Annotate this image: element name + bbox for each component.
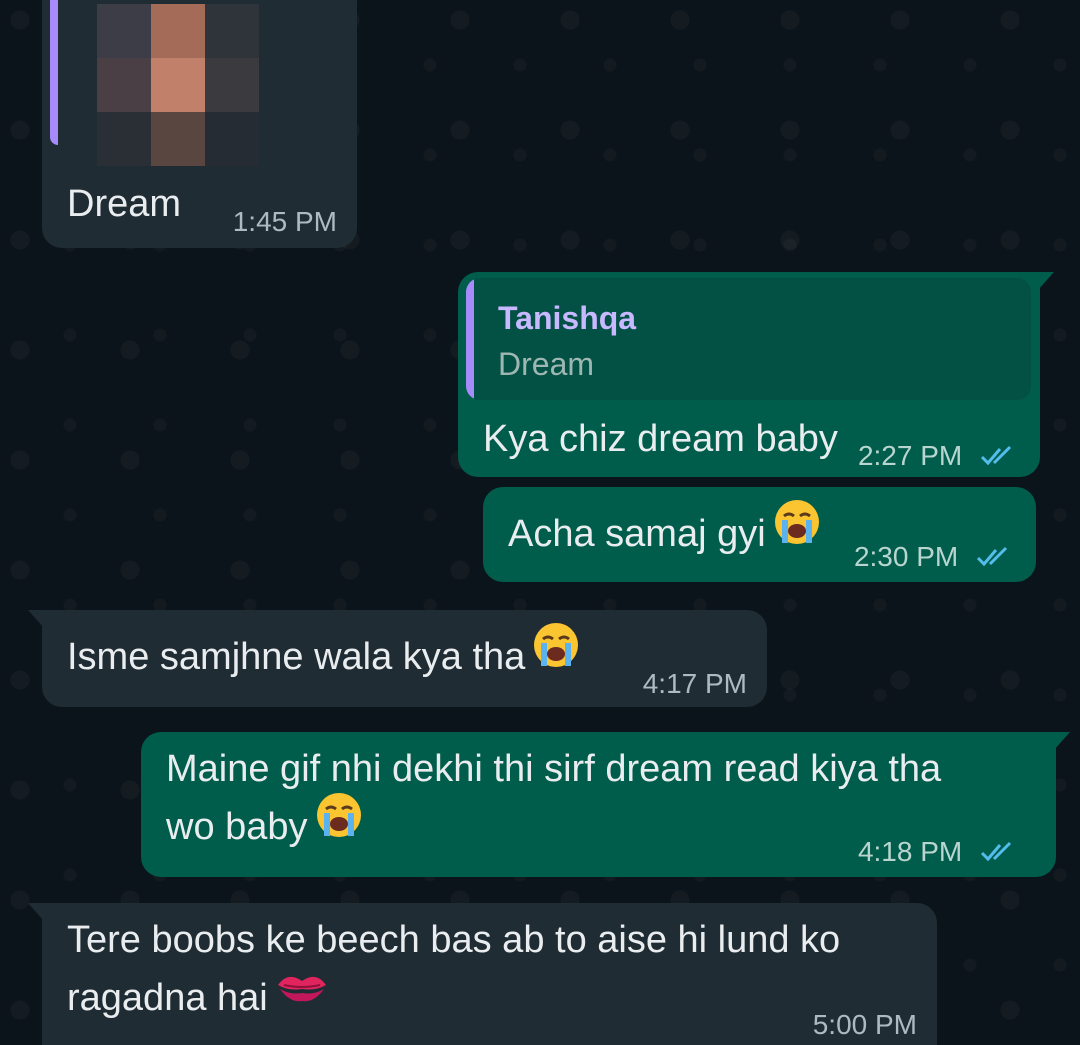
- image-accent-bar: [50, 0, 58, 145]
- message-timestamp: 4:18 PM: [857, 836, 963, 867]
- message-bubble-incoming[interactable]: Tere boobs ke beech bas ab to aise hi lu…: [28, 903, 937, 1045]
- message-text: Acha samaj gyi: [508, 500, 822, 564]
- message-timestamp: 4:17 PM: [642, 668, 747, 699]
- loudly-crying-face-icon: [772, 497, 822, 564]
- quoted-reply[interactable]: Tanishqa Dream: [466, 278, 1031, 400]
- loudly-crying-face-icon: [314, 790, 364, 857]
- reply-text: Dream: [498, 346, 595, 382]
- message-timestamp: 1:45 PM: [232, 206, 337, 237]
- chat-area: Dream 1:45 PM Tanishqa Dream Kya chiz dr…: [0, 0, 1080, 1045]
- message-bubble-outgoing[interactable]: Acha samaj gyi 2:30 PM: [483, 487, 1036, 582]
- message-bubble-incoming[interactable]: Isme samjhne wala kya tha 4:17 PM: [28, 610, 767, 707]
- message-text: wo baby: [166, 793, 364, 857]
- message-timestamp: 5:00 PM: [812, 1009, 917, 1040]
- message-meta: 2:27 PM: [858, 440, 1018, 472]
- kiss-mark-icon: [274, 966, 330, 1024]
- message-text-content: ragadna hai: [67, 977, 268, 1019]
- message-meta: 4:18 PM: [858, 836, 1018, 868]
- message-text: Dream: [67, 183, 182, 225]
- message-text: ragadna hai: [67, 969, 330, 1027]
- message-text: Kya chiz dream baby: [483, 418, 838, 460]
- reply-accent-bar: [466, 278, 474, 400]
- bubble-tail: [1038, 272, 1054, 290]
- read-receipt-icon: [980, 841, 1012, 861]
- reply-sender: Tanishqa: [498, 300, 637, 336]
- blurred-image-thumbnail[interactable]: [97, 4, 259, 166]
- message-timestamp: 2:30 PM: [853, 541, 959, 572]
- message-text-content: Isme samjhne wala kya tha: [67, 636, 526, 678]
- bubble-tail: [28, 610, 44, 628]
- read-receipt-icon: [976, 546, 1008, 566]
- loudly-crying-face-icon: [531, 620, 581, 687]
- message-text-content: wo baby: [166, 806, 308, 848]
- message-bubble-incoming[interactable]: Dream 1:45 PM: [42, 0, 357, 248]
- message-timestamp: 2:27 PM: [857, 440, 963, 471]
- bubble-tail: [1054, 732, 1070, 750]
- read-receipt-icon: [980, 445, 1012, 465]
- message-text-content: Acha samaj gyi: [508, 513, 766, 555]
- message-meta: 2:30 PM: [854, 541, 1014, 573]
- message-text: Tere boobs ke beech bas ab to aise hi lu…: [67, 919, 841, 961]
- message-text: Isme samjhne wala kya tha: [67, 623, 581, 687]
- bubble-tail: [28, 903, 44, 921]
- message-text: Maine gif nhi dekhi thi sirf dream read …: [166, 748, 942, 790]
- message-bubble-outgoing[interactable]: Maine gif nhi dekhi thi sirf dream read …: [141, 732, 1070, 877]
- message-bubble-outgoing[interactable]: Tanishqa Dream Kya chiz dream baby 2:27 …: [458, 272, 1054, 477]
